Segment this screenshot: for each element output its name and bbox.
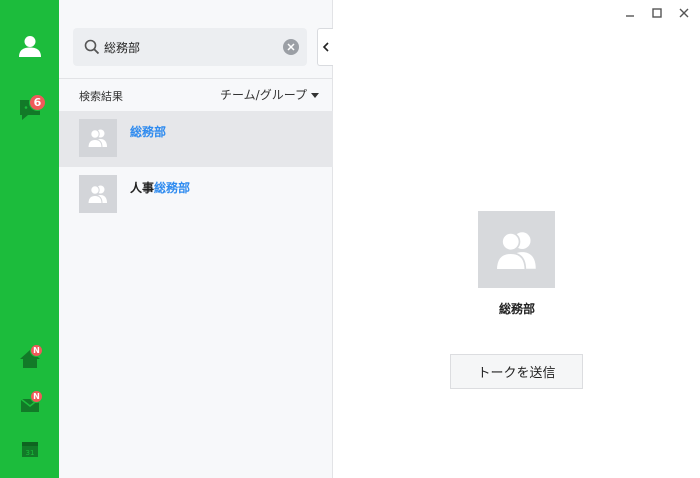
collapse-panel-button[interactable] xyxy=(317,28,333,66)
detail-panel: 総務部 トークを送信 xyxy=(334,0,700,478)
result-name-match: 総務部 xyxy=(154,181,191,195)
home-badge: N xyxy=(30,344,43,357)
result-name-match: 総務部 xyxy=(130,125,167,139)
left-rail: 6 N N 31 xyxy=(0,0,59,478)
result-item[interactable]: 人事総務部 xyxy=(59,167,333,223)
group-icon xyxy=(87,185,107,204)
chevron-left-icon xyxy=(322,42,329,52)
calendar-icon: 31 xyxy=(22,442,38,457)
result-name-prefix: 人事 xyxy=(130,181,155,195)
result-name: 人事総務部 xyxy=(130,179,190,196)
results-header: 検索結果 チーム/グループ xyxy=(59,78,333,110)
send-talk-button[interactable]: トークを送信 xyxy=(450,354,583,389)
close-icon xyxy=(679,8,689,18)
category-filter-dropdown[interactable]: チーム/グループ xyxy=(220,86,319,103)
results-label: 検索結果 xyxy=(79,90,123,103)
profile-avatar xyxy=(478,211,555,288)
clear-search-button[interactable] xyxy=(283,39,299,55)
caret-down-icon xyxy=(311,92,319,98)
group-icon xyxy=(87,129,107,148)
filter-label: チーム/グループ xyxy=(220,88,307,102)
group-avatar xyxy=(79,119,117,157)
result-name: 総務部 xyxy=(130,123,166,140)
home-button[interactable]: N xyxy=(15,344,45,374)
mail-badge: N xyxy=(30,390,43,403)
profile-name: 総務部 xyxy=(498,302,535,316)
group-avatar xyxy=(79,175,117,213)
maximize-button[interactable] xyxy=(648,4,666,22)
search-icon xyxy=(84,39,100,55)
minimize-button[interactable] xyxy=(621,4,639,22)
profile-button[interactable] xyxy=(15,31,45,61)
calendar-button[interactable]: 31 xyxy=(15,434,45,464)
close-window-button[interactable] xyxy=(675,4,693,22)
chats-button[interactable]: 6 xyxy=(15,94,46,124)
group-icon xyxy=(494,231,536,271)
result-item[interactable]: 総務部 xyxy=(59,111,333,167)
maximize-icon xyxy=(652,8,662,18)
chats-badge: 6 xyxy=(29,94,46,111)
search-input[interactable] xyxy=(104,36,274,58)
clear-icon xyxy=(287,43,295,51)
search-panel: 検索結果 チーム/グループ 総務部 xyxy=(59,0,333,478)
calendar-day: 31 xyxy=(26,449,35,457)
mail-button[interactable]: N xyxy=(15,390,45,420)
minimize-icon xyxy=(626,15,634,17)
search-box xyxy=(73,28,307,66)
person-icon xyxy=(19,36,41,57)
